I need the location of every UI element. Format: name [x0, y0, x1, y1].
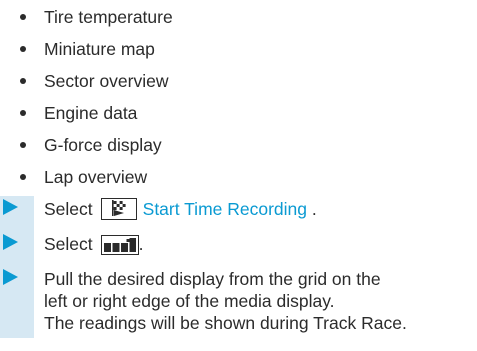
display-grid-icon [100, 235, 139, 255]
list-item: Engine data [0, 100, 173, 132]
instruction-step-select-display: Select . [0, 231, 477, 266]
list-item: Miniature map [0, 36, 173, 68]
step-text: Select . [44, 233, 477, 255]
bullet-icon [20, 110, 26, 116]
step-text: Pull the desired display from the grid o… [44, 268, 477, 334]
instruction-step-start-recording: Select Start Time Recording . [0, 196, 477, 231]
start-time-recording-link[interactable]: Start Time Recording [143, 199, 307, 219]
bullet-icon [20, 78, 26, 84]
checkered-flag-icon [100, 198, 137, 220]
bullet-icon [20, 46, 26, 52]
step-line: left or right edge of the media display. [44, 291, 335, 311]
bullet-icon [20, 142, 26, 148]
step-line: The readings will be shown during Track … [44, 313, 407, 333]
step-arrow-icon [3, 199, 18, 215]
step-arrow-icon [3, 234, 18, 250]
list-item-label: Miniature map [44, 39, 155, 59]
instruction-steps: Select Start Time Recording . Select . P… [0, 196, 477, 338]
step-prefix: Select [44, 199, 93, 219]
bullet-icon [20, 14, 26, 20]
bullet-icon [20, 174, 26, 180]
list-item-label: Lap overview [44, 167, 148, 187]
step-suffix: . [307, 199, 317, 219]
list-item: Lap overview [0, 164, 173, 196]
list-item: G-force display [0, 132, 173, 164]
step-text: Select Start Time Recording . [44, 198, 477, 220]
list-item-label: Tire temperature [44, 7, 173, 27]
list-item: Tire temperature [0, 4, 173, 36]
list-item-label: Sector overview [44, 71, 169, 91]
display-options-list: Tire temperature Miniature map Sector ov… [0, 4, 173, 196]
step-prefix: Select [44, 234, 93, 254]
step-arrow-icon [3, 269, 18, 285]
list-item-label: G-force display [44, 135, 162, 155]
step-line: Pull the desired display from the grid o… [44, 269, 381, 289]
list-item-label: Engine data [44, 103, 138, 123]
list-item: Sector overview [0, 68, 173, 100]
step-suffix: . [138, 234, 144, 254]
instruction-step-pull-display: Pull the desired display from the grid o… [0, 266, 477, 338]
